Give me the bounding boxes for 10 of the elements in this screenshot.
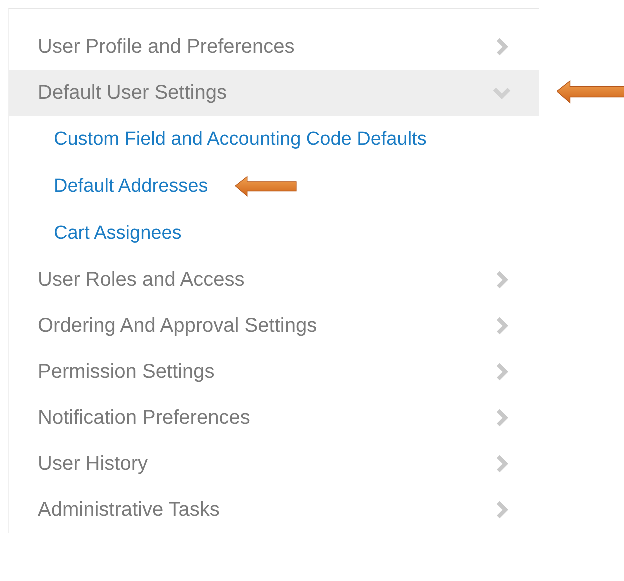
menu-item[interactable]: Permission Settings	[9, 349, 539, 395]
menu-item[interactable]: Notification Preferences	[9, 395, 539, 441]
menu-item[interactable]: User Roles and Access	[9, 257, 539, 303]
menu-item[interactable]: User Profile and Preferences	[9, 24, 539, 70]
submenu-link[interactable]: Custom Field and Accounting Code Defaults	[54, 122, 427, 157]
submenu-link[interactable]: Cart Assignees	[54, 216, 182, 251]
menu-item[interactable]: User History	[9, 441, 539, 487]
menu-item[interactable]: Ordering And Approval Settings	[9, 303, 539, 349]
submenu-link[interactable]: Default Addresses	[54, 169, 208, 204]
menu-item[interactable]: Administrative Tasks	[9, 487, 539, 533]
